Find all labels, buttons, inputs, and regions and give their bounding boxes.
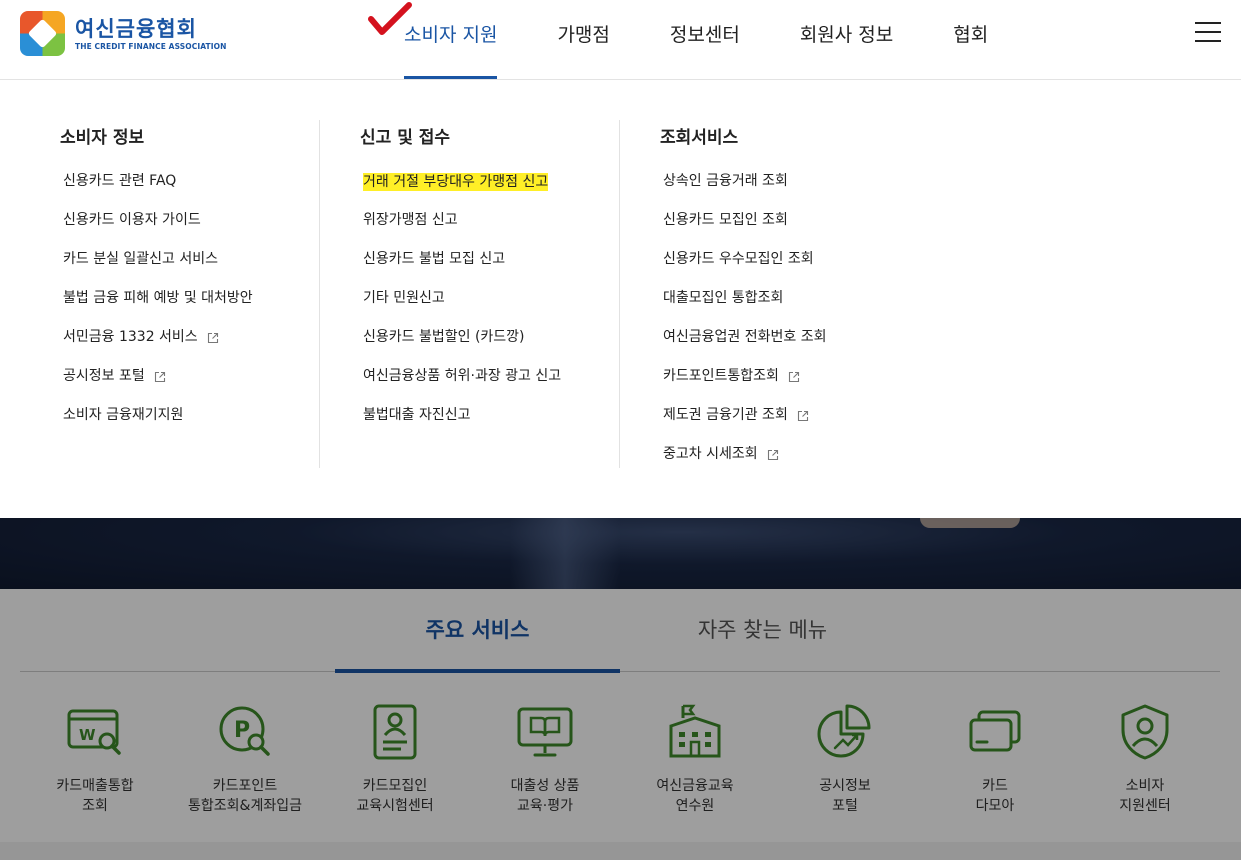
service-recruiter-exam[interactable]: 카드모집인 교육시험센터 bbox=[320, 704, 470, 816]
menu-column-lookup: 조회서비스 상속인 금융거래 조회 신용카드 모집인 조회 신용카드 우수모집인… bbox=[660, 120, 960, 474]
menu-item-fraud-prevention[interactable]: 불법 금융 피해 예방 및 대처방안 bbox=[63, 279, 360, 318]
svg-text:P: P bbox=[234, 718, 250, 743]
service-card-sales-lookup[interactable]: W 카드매출통합 조회 bbox=[20, 704, 170, 816]
nav-merchant[interactable]: 가맹점 bbox=[557, 0, 609, 79]
menu-item-false-ad-report[interactable]: 여신금융상품 허위·과장 광고 신고 bbox=[363, 357, 660, 396]
logo-name-en: THE CREDIT FINANCE ASSOCIATION bbox=[75, 41, 227, 51]
services-section: 주요 서비스 자주 찾는 메뉴 W 카드매출통합 조회 P 카드포인트 통합조회&계… bbox=[0, 589, 1241, 860]
cards-stack-icon bbox=[969, 710, 1021, 752]
menu-item-used-car-price[interactable]: 중고차 시세조회 bbox=[663, 435, 960, 474]
service-consumer-center[interactable]: 소비자 지원센터 bbox=[1070, 704, 1220, 816]
menu-column-reports: 신고 및 접수 거래 거절 부당대우 가맹점 신고 위장가맹점 신고 신용카드 … bbox=[360, 120, 660, 435]
menu-item-financial-recovery[interactable]: 소비자 금융재기지원 bbox=[63, 396, 360, 435]
service-list: W 카드매출통합 조회 P 카드포인트 통합조회&계좌입금 카드모집인 교육시험… bbox=[20, 704, 1220, 816]
menu-item-point-lookup[interactable]: 카드포인트통합조회 bbox=[663, 357, 960, 396]
menu-item-illegal-discount[interactable]: 신용카드 불법할인 (카드깡) bbox=[363, 318, 660, 357]
services-tabs: 주요 서비스 자주 찾는 메뉴 bbox=[20, 589, 1220, 673]
nav-consumer-support[interactable]: 소비자 지원 bbox=[404, 0, 498, 79]
column-title: 신고 및 접수 bbox=[360, 128, 451, 148]
external-link-icon bbox=[797, 410, 808, 421]
nav-member-info[interactable]: 회원사 정보 bbox=[800, 0, 893, 79]
tab-main-services[interactable]: 주요 서비스 bbox=[335, 589, 620, 673]
menu-item-other-complaint[interactable]: 기타 민원신고 bbox=[363, 279, 660, 318]
menu-item-top-recruiter-lookup[interactable]: 신용카드 우수모집인 조회 bbox=[663, 240, 960, 279]
logo-mark-icon bbox=[20, 11, 65, 56]
shield-user-icon bbox=[1121, 704, 1169, 760]
menu-item-lost-card-report[interactable]: 카드 분실 일괄신고 서비스 bbox=[63, 240, 360, 279]
hamburger-menu-icon[interactable] bbox=[1195, 22, 1221, 44]
hero-banner bbox=[0, 518, 1241, 589]
pie-chart-icon bbox=[817, 704, 871, 758]
menu-column-consumer-info: 소비자 정보 신용카드 관련 FAQ 신용카드 이용자 가이드 카드 분실 일괄… bbox=[60, 120, 360, 435]
site-logo[interactable]: 여신금융협회 THE CREDIT FINANCE ASSOCIATION bbox=[20, 11, 227, 56]
service-point-lookup[interactable]: P 카드포인트 통합조회&계좌입금 bbox=[170, 704, 320, 816]
service-training-institute[interactable]: 여신금융교육 연수원 bbox=[620, 704, 770, 816]
menu-item-fake-merchant-report[interactable]: 위장가맹점 신고 bbox=[363, 201, 660, 240]
external-link-icon bbox=[154, 371, 165, 382]
menu-item-illegal-loan-report[interactable]: 불법대출 자진신고 bbox=[363, 396, 660, 435]
column-title: 조회서비스 bbox=[660, 128, 739, 148]
service-loan-education[interactable]: 대출성 상품 교육·평가 bbox=[470, 704, 620, 816]
tab-frequent-menu[interactable]: 자주 찾는 메뉴 bbox=[620, 589, 905, 672]
menu-item-card-faq[interactable]: 신용카드 관련 FAQ bbox=[63, 162, 360, 201]
card-sales-search-icon: W bbox=[67, 709, 121, 755]
column-title: 소비자 정보 bbox=[60, 128, 145, 148]
menu-item-disclosure-portal[interactable]: 공시정보 포털 bbox=[63, 357, 360, 396]
external-link-icon bbox=[767, 449, 778, 460]
logo-name-ko: 여신금융협회 bbox=[75, 16, 197, 41]
menu-item-refusal-report[interactable]: 거래 거절 부당대우 가맹점 신고 bbox=[363, 162, 660, 201]
book-monitor-icon bbox=[517, 707, 573, 757]
svg-text:W: W bbox=[79, 726, 96, 744]
school-building-icon bbox=[669, 704, 721, 758]
menu-item-heir-lookup[interactable]: 상속인 금융거래 조회 bbox=[663, 162, 960, 201]
menu-item-user-guide[interactable]: 신용카드 이용자 가이드 bbox=[63, 201, 360, 240]
recruiter-document-icon bbox=[373, 704, 417, 760]
service-disclosure-portal[interactable]: 공시정보 포털 bbox=[770, 704, 920, 816]
global-nav: 소비자 지원 가맹점 정보센터 회원사 정보 협회 bbox=[404, 0, 1048, 79]
external-link-icon bbox=[207, 332, 218, 343]
menu-item-1332-service[interactable]: 서민금융 1332 서비스 bbox=[63, 318, 360, 357]
menu-item-phone-lookup[interactable]: 여신금융업권 전화번호 조회 bbox=[663, 318, 960, 357]
menu-item-illegal-recruit-report[interactable]: 신용카드 불법 모집 신고 bbox=[363, 240, 660, 279]
site-header: 여신금융협회 THE CREDIT FINANCE ASSOCIATION 소비… bbox=[0, 0, 1241, 80]
mega-menu-dropdown: 소비자 정보 신용카드 관련 FAQ 신용카드 이용자 가이드 카드 분실 일괄… bbox=[0, 80, 1241, 518]
service-card-damoa[interactable]: 카드 다모아 bbox=[920, 704, 1070, 816]
nav-info-center[interactable]: 정보센터 bbox=[670, 0, 740, 79]
red-checkmark-icon bbox=[368, 2, 412, 35]
menu-item-loan-recruiter-lookup[interactable]: 대출모집인 통합조회 bbox=[663, 279, 960, 318]
external-link-icon bbox=[788, 371, 799, 382]
menu-item-institution-lookup[interactable]: 제도권 금융기관 조회 bbox=[663, 396, 960, 435]
nav-association[interactable]: 협회 bbox=[953, 0, 988, 79]
menu-item-recruiter-lookup[interactable]: 신용카드 모집인 조회 bbox=[663, 201, 960, 240]
point-search-icon: P bbox=[219, 706, 270, 756]
